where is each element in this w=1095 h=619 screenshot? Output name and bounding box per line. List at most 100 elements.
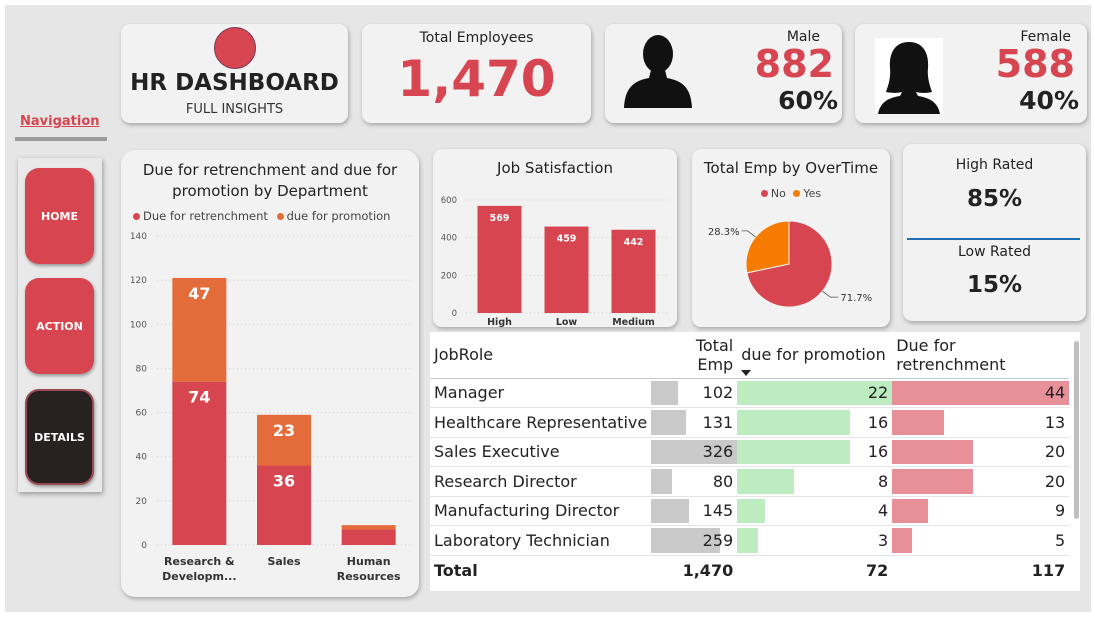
promotion-cell: 16 bbox=[737, 437, 893, 467]
page-subtitle: FULL INSIGHTS bbox=[185, 102, 284, 117]
navigation-panel: HOME ACTION DETAILS bbox=[18, 158, 102, 492]
jobrole-cell: Manager bbox=[430, 378, 652, 408]
male-silhouette-icon bbox=[624, 35, 692, 108]
pie-data-label: 28.3% bbox=[708, 227, 740, 238]
table-header-row: JobRole Total Emp due for promotion Due … bbox=[430, 332, 1070, 379]
jobrole-cell-value: Laboratory Technician bbox=[434, 530, 610, 550]
total-label-cell: Total bbox=[430, 554, 652, 586]
table-row[interactable]: Manager 102 22 44 bbox=[430, 378, 1070, 408]
total-emp-sum-cell: 1,470 bbox=[651, 554, 738, 586]
bar-data-label: 23 bbox=[273, 421, 295, 440]
table-row[interactable]: Healthcare Representative 131 16 13 bbox=[430, 407, 1070, 438]
total-emp-cell-value: 80 bbox=[712, 471, 734, 491]
table-row[interactable]: Laboratory Technician 259 3 5 bbox=[430, 525, 1070, 556]
retrenchment-cell: 5 bbox=[892, 525, 1070, 556]
low-rated-value: 15% bbox=[966, 272, 1023, 298]
high-rated-label: High Rated bbox=[955, 157, 1034, 173]
jobrole-cell-value: Sales Executive bbox=[434, 442, 560, 462]
total-emp-cell-bar bbox=[651, 380, 679, 405]
table-row[interactable]: Manufacturing Director 145 4 9 bbox=[430, 496, 1070, 526]
table-row[interactable]: Sales Executive 326 16 20 bbox=[430, 437, 1070, 467]
retrenchment-cell-value: 5 bbox=[1055, 530, 1066, 550]
bar-data-label: 47 bbox=[188, 284, 210, 303]
pie-slice bbox=[745, 220, 790, 274]
x-tick-label: Human bbox=[347, 555, 391, 568]
bar-data-label: 442 bbox=[624, 237, 644, 248]
y-tick-label: 400 bbox=[441, 234, 457, 244]
column-header-promotion-label: due for promotion bbox=[741, 345, 886, 365]
promotion-cell: 8 bbox=[737, 466, 893, 497]
y-tick-label: 200 bbox=[441, 271, 457, 281]
table-scrollbar[interactable] bbox=[1074, 341, 1079, 519]
y-tick-label: 60 bbox=[136, 409, 148, 419]
column-header-total-emp[interactable]: Total Emp bbox=[651, 332, 738, 379]
total-emp-cell: 131 bbox=[651, 407, 738, 438]
promotion-cell-value: 22 bbox=[867, 383, 889, 403]
action-button[interactable]: ACTION bbox=[25, 278, 94, 374]
total-employees-card: Total Employees 1,470 bbox=[362, 24, 591, 123]
total-emp-cell-bar bbox=[651, 498, 690, 523]
total-emp-cell-value: 259 bbox=[702, 530, 734, 550]
promotion-cell: 3 bbox=[737, 525, 893, 556]
jobrole-cell: Healthcare Representative bbox=[430, 407, 652, 438]
promotion-cell-bar bbox=[737, 528, 759, 553]
column-header-due-for-retrenchment[interactable]: Due for retrenchment bbox=[892, 332, 1070, 379]
details-button[interactable]: DETAILS bbox=[25, 389, 94, 485]
home-button[interactable]: HOME bbox=[25, 168, 94, 264]
y-tick-label: 20 bbox=[136, 497, 148, 507]
table-row[interactable]: Research Director 80 8 20 bbox=[430, 466, 1070, 497]
retrenchment-sum-cell: 117 bbox=[892, 554, 1070, 586]
overtime-pie-chart: 71.7% 28.3% bbox=[708, 220, 872, 308]
bar-data-label: 74 bbox=[188, 388, 210, 407]
retrenchment-cell: 44 bbox=[892, 378, 1070, 408]
bar-data-label: 569 bbox=[490, 213, 510, 224]
total-emp-cell: 102 bbox=[651, 378, 738, 408]
page-title: HR DASHBOARD bbox=[130, 70, 339, 96]
retrenchment-sum-cell-value: 117 bbox=[1031, 561, 1066, 581]
promotion-cell-value: 16 bbox=[867, 412, 889, 432]
retrenchment-cell-bar bbox=[892, 498, 929, 523]
promotion-cell-value: 8 bbox=[878, 471, 889, 491]
promotion-cell: 22 bbox=[737, 378, 893, 408]
total-emp-cell-bar bbox=[651, 410, 686, 435]
dashboard-canvas: HR DASHBOARD FULL INSIGHTS Total Employe… bbox=[5, 5, 1091, 612]
female-percent: 40% bbox=[1019, 86, 1079, 115]
overtime-card: Total Emp by OverTime No Yes 71.7% 28.3% bbox=[692, 149, 890, 327]
column-header-due-for-promotion[interactable]: due for promotion bbox=[737, 332, 893, 379]
total-emp-cell: 80 bbox=[651, 466, 738, 497]
jobrole-cell: Laboratory Technician bbox=[430, 525, 652, 556]
retrenchment-cell-bar bbox=[892, 528, 913, 553]
total-emp-cell: 326 bbox=[651, 437, 738, 467]
retrenchment-cell: 20 bbox=[892, 437, 1070, 467]
promotion-cell-bar bbox=[737, 498, 766, 523]
bar-segment bbox=[341, 529, 396, 545]
total-emp-cell: 145 bbox=[651, 496, 738, 526]
department-chart-card: Due for retrenchment and due for promoti… bbox=[121, 150, 419, 597]
low-rated-label: Low Rated bbox=[957, 244, 1031, 260]
jobrole-cell: Sales Executive bbox=[430, 437, 652, 467]
male-count: 882 bbox=[754, 42, 834, 86]
total-employees-label: Total Employees bbox=[419, 30, 534, 46]
male-card: Male 882 60% bbox=[605, 24, 842, 123]
jobrole-table-card: JobRole Total Emp due for promotion Due … bbox=[430, 332, 1080, 591]
retrenchment-cell-value: 44 bbox=[1044, 383, 1066, 403]
female-count: 588 bbox=[995, 42, 1075, 86]
promotion-cell-value: 16 bbox=[867, 442, 889, 462]
total-emp-cell-value: 145 bbox=[702, 501, 734, 521]
bar-data-label: 36 bbox=[273, 472, 295, 491]
column-header-jobrole[interactable]: JobRole bbox=[430, 332, 652, 379]
retrenchment-cell: 13 bbox=[892, 407, 1070, 438]
total-emp-cell-value: 326 bbox=[702, 442, 734, 462]
table-total-row: Total 1,470 72 117 bbox=[430, 554, 1070, 586]
retrenchment-cell-bar bbox=[892, 410, 945, 435]
navigation-divider bbox=[15, 137, 107, 141]
promotion-cell-value: 3 bbox=[878, 530, 889, 550]
x-tick-label: High bbox=[487, 317, 512, 327]
bar-segment bbox=[341, 525, 396, 530]
y-tick-label: 0 bbox=[452, 309, 457, 319]
navigation-link[interactable]: Navigation bbox=[20, 114, 100, 129]
promotion-sum-cell: 72 bbox=[737, 554, 893, 586]
y-tick-label: 140 bbox=[130, 232, 147, 242]
total-label-cell-value: Total bbox=[434, 561, 478, 581]
y-tick-label: 80 bbox=[136, 364, 148, 374]
